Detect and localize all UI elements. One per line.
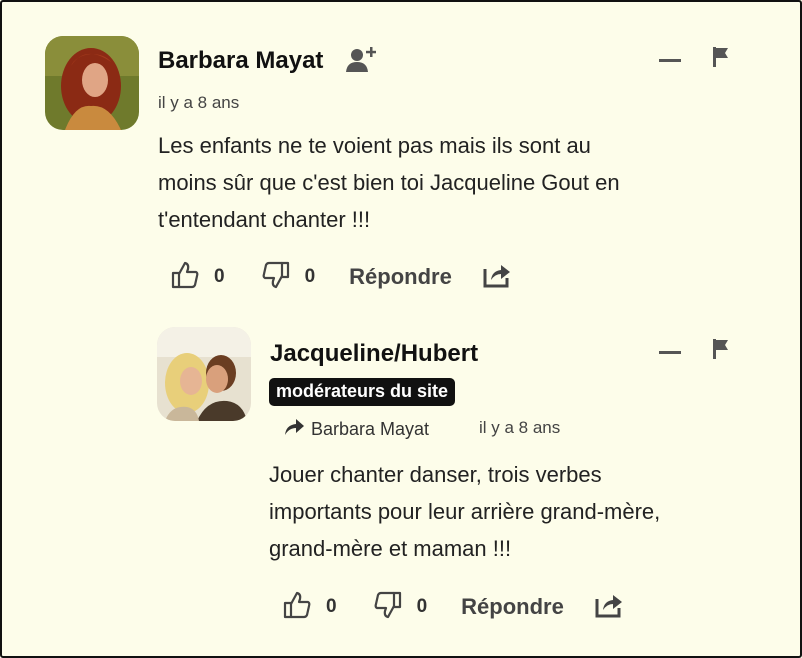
thumbs-up-icon[interactable]: [170, 260, 200, 295]
like-count: 0: [326, 596, 337, 617]
reply-text: Jouer chanter danser, trois verbes impor…: [269, 456, 660, 567]
comment-text-line: Les enfants ne te voient pas mais ils so…: [158, 133, 591, 158]
thumbs-up-icon[interactable]: [282, 590, 312, 625]
dislike-count: 0: [416, 596, 428, 617]
comment-actions: 0 0 Répondre: [170, 261, 512, 293]
avatar-barbara[interactable]: [45, 36, 139, 130]
reply-text-line: grand-mère et maman !!!: [269, 536, 512, 561]
reply-text-line: importants pour leur arrière grand-mère,: [269, 499, 661, 524]
flag-icon[interactable]: [711, 338, 731, 365]
like-count: 0: [214, 266, 225, 287]
minimize-icon[interactable]: [659, 59, 681, 62]
flag-icon[interactable]: [711, 46, 731, 73]
reply-to-name[interactable]: Barbara Mayat: [311, 419, 429, 440]
thumbs-down-icon[interactable]: [261, 260, 291, 295]
share-icon[interactable]: [482, 261, 512, 294]
share-icon[interactable]: [594, 591, 624, 624]
comment-text-line: t'entendant chanter !!!: [158, 207, 371, 232]
minimize-icon[interactable]: [659, 351, 681, 354]
comment-author[interactable]: Barbara Mayat: [158, 47, 323, 75]
reply-button[interactable]: Répondre: [461, 594, 564, 620]
reply-arrow-icon: [283, 418, 305, 441]
reply-author[interactable]: Jacqueline/Hubert: [270, 340, 478, 368]
thumbs-down-icon[interactable]: [373, 590, 403, 625]
reply-timestamp[interactable]: il y a 8 ans: [479, 418, 560, 438]
moderator-badge: modérateurs du site: [269, 378, 456, 406]
reply-button[interactable]: Répondre: [349, 264, 452, 290]
reply-actions: 0 0 Répondre: [282, 591, 624, 623]
add-user-icon[interactable]: [345, 44, 377, 79]
comment-text-line: moins sûr que c'est bien toi Jacqueline …: [158, 170, 620, 195]
avatar-jacqueline-hubert[interactable]: [157, 327, 251, 421]
dislike-count: 0: [304, 266, 316, 287]
reply-text-line: Jouer chanter danser, trois verbes: [269, 462, 602, 487]
comment-timestamp[interactable]: il y a 8 ans: [158, 93, 239, 113]
reply-to-link[interactable]: Barbara Mayat: [283, 418, 429, 441]
comment-text: Les enfants ne te voient pas mais ils so…: [158, 127, 620, 238]
